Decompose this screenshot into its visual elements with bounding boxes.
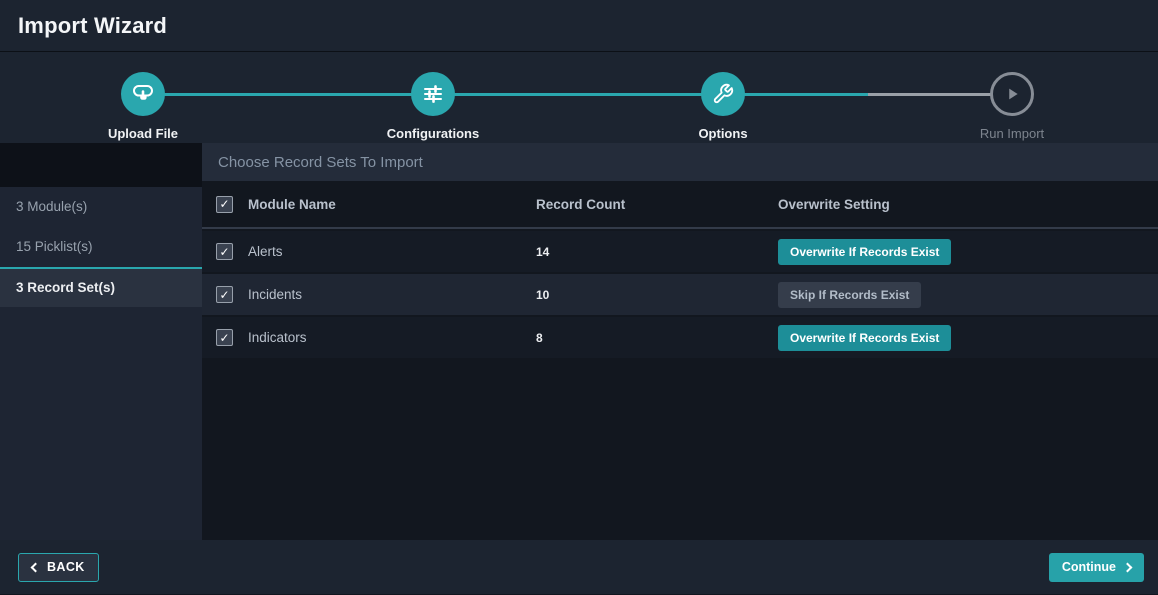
table-row: ✓ Alerts 14 Overwrite If Records Exist	[202, 231, 1158, 272]
step-configurations: Configurations	[333, 52, 533, 141]
checkmark-icon: ✓	[219, 288, 229, 302]
overwrite-setting-button-incidents[interactable]: Skip If Records Exist	[778, 282, 921, 308]
checkmark-icon: ✓	[219, 245, 229, 259]
overwrite-setting-button-alerts[interactable]: Overwrite If Records Exist	[778, 239, 951, 265]
step-options: Options	[623, 52, 823, 141]
table-row: ✓ Incidents 10 Skip If Records Exist	[202, 274, 1158, 315]
wizard-stepper: Upload File Configurations	[0, 52, 1158, 143]
row-checkbox-cell: ✓	[202, 329, 248, 346]
chevron-right-icon	[1123, 562, 1133, 572]
overwrite-cell: Overwrite If Records Exist	[778, 239, 1158, 265]
section-header: Choose Record Sets To Import	[202, 143, 1158, 181]
module-name: Alerts	[248, 244, 536, 259]
checkmark-icon: ✓	[219, 197, 229, 211]
record-count: 8	[536, 331, 778, 345]
overwrite-setting-button-indicators[interactable]: Overwrite If Records Exist	[778, 325, 951, 351]
title-bar: Import Wizard	[0, 0, 1158, 52]
sidebar-item-record-sets[interactable]: 3 Record Set(s)	[0, 267, 202, 307]
wrench-icon	[712, 83, 734, 105]
step-options-label: Options	[623, 126, 823, 141]
section-title: Choose Record Sets To Import	[218, 154, 423, 171]
sidebar-item-modules[interactable]: 3 Module(s)	[0, 187, 202, 227]
table-header-row: ✓ Module Name Record Count Overwrite Set…	[202, 181, 1158, 229]
checkmark-icon: ✓	[219, 331, 229, 345]
page-title: Import Wizard	[18, 13, 167, 39]
content-area: 3 Module(s) 15 Picklist(s) 3 Record Set(…	[0, 143, 1158, 540]
step-upload-file: Upload File	[43, 52, 243, 141]
row-checkbox-cell: ✓	[202, 286, 248, 303]
back-button[interactable]: BACK	[18, 553, 99, 582]
sliders-icon	[421, 82, 445, 106]
chevron-left-icon	[31, 562, 41, 572]
row-checkbox-incidents[interactable]: ✓	[216, 286, 233, 303]
step-upload-file-circle[interactable]	[121, 72, 165, 116]
header-checkbox-cell: ✓	[202, 196, 248, 213]
import-wizard-window: Import Wizard Upload File	[0, 0, 1158, 595]
back-button-label: BACK	[47, 560, 85, 574]
row-checkbox-indicators[interactable]: ✓	[216, 329, 233, 346]
step-upload-file-label: Upload File	[43, 126, 243, 141]
step-run-import-circle	[990, 72, 1034, 116]
continue-button[interactable]: Continue	[1049, 553, 1144, 582]
play-icon	[1001, 83, 1023, 105]
footer-bar: BACK Continue	[0, 540, 1158, 594]
row-checkbox-alerts[interactable]: ✓	[216, 243, 233, 260]
row-checkbox-cell: ✓	[202, 243, 248, 260]
step-run-import-label: Run Import	[912, 126, 1112, 141]
step-run-import: Run Import	[912, 52, 1112, 141]
overwrite-cell: Skip If Records Exist	[778, 282, 1158, 308]
step-configurations-circle[interactable]	[411, 72, 455, 116]
overwrite-cell: Overwrite If Records Exist	[778, 325, 1158, 351]
module-name: Indicators	[248, 330, 536, 345]
sidebar-nav: 3 Module(s) 15 Picklist(s) 3 Record Set(…	[0, 187, 202, 540]
step-configurations-label: Configurations	[333, 126, 533, 141]
sidebar-spacer	[0, 143, 202, 187]
continue-button-label: Continue	[1062, 560, 1116, 574]
record-sets-panel: Choose Record Sets To Import ✓ Module Na…	[202, 143, 1158, 540]
step-options-circle[interactable]	[701, 72, 745, 116]
select-all-checkbox[interactable]: ✓	[216, 196, 233, 213]
sidebar-item-picklists[interactable]: 15 Picklist(s)	[0, 227, 202, 267]
record-count: 10	[536, 288, 778, 302]
module-name: Incidents	[248, 287, 536, 302]
record-count: 14	[536, 245, 778, 259]
column-header-record-count: Record Count	[536, 197, 778, 212]
upload-click-icon	[131, 82, 155, 106]
column-header-overwrite-setting: Overwrite Setting	[778, 197, 1158, 212]
sidebar: 3 Module(s) 15 Picklist(s) 3 Record Set(…	[0, 143, 202, 540]
column-header-module-name: Module Name	[248, 197, 536, 212]
table-row: ✓ Indicators 8 Overwrite If Records Exis…	[202, 317, 1158, 358]
